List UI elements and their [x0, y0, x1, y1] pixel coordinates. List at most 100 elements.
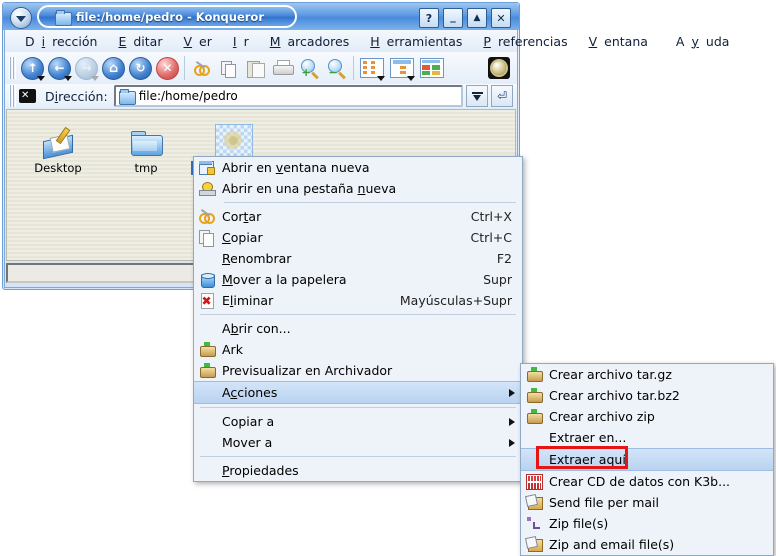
highlight-box	[536, 446, 628, 469]
menu-item-cut[interactable]: Cortar Ctrl+X	[194, 206, 522, 227]
chevron-down-icon	[472, 91, 483, 102]
minimize-button[interactable]: _	[443, 8, 463, 28]
menu-item-label: Propiedades	[220, 463, 522, 478]
print-button	[269, 54, 296, 82]
menu-item-shortcut: Mayúsculas+Supr	[400, 293, 522, 308]
scissors-icon	[194, 61, 210, 76]
home-icon: ⌂	[102, 57, 125, 80]
gear-logo-icon	[488, 57, 510, 79]
menu-ver[interactable]: Ver	[176, 32, 225, 51]
scissors-icon	[194, 206, 220, 227]
toolbar-separator	[184, 56, 185, 80]
file-context-menu[interactable]: Abrir en ventana nueva Abrir en una pest…	[193, 156, 523, 482]
copy-icon	[221, 61, 237, 76]
delete-icon: ✖	[194, 290, 220, 311]
cut-button[interactable]	[188, 54, 215, 82]
menu-item-create-data-cd-k3b[interactable]: Crear CD de datos con K3b...	[521, 471, 773, 492]
chevron-down-icon[interactable]	[377, 76, 385, 81]
menu-editar[interactable]: Editar	[111, 32, 176, 51]
clipboard-icon	[247, 60, 264, 77]
menu-marcadores[interactable]: Marcadores	[263, 32, 364, 51]
location-dropdown-button[interactable]	[466, 85, 488, 107]
multicolumn-view-button[interactable]	[417, 54, 447, 82]
clear-location-icon[interactable]: ✕	[19, 89, 36, 103]
menu-item-zip-and-email-files[interactable]: Zip and email file(s)	[521, 534, 773, 555]
tree-view-button[interactable]	[387, 54, 417, 82]
shade-button[interactable]: ▲	[467, 8, 487, 28]
close-button[interactable]: ✕	[491, 8, 511, 28]
minimize-icon: _	[444, 5, 462, 27]
magnifier-minus-icon: −	[328, 59, 346, 77]
zoom-out-button[interactable]: −	[323, 54, 350, 82]
trash-icon	[194, 269, 220, 290]
menu-item-label: Crear archivo tar.bz2	[547, 388, 773, 403]
menu-item-shortcut: Ctrl+C	[471, 230, 522, 245]
help-button[interactable]: ?	[419, 8, 439, 28]
window-titlebar: file:/home/pedro - Konqueror ? _ ▲ ✕	[3, 3, 519, 30]
reload-icon: ↻	[129, 57, 152, 80]
new-tab-icon	[194, 178, 220, 199]
menu-item-label: Mover a	[220, 435, 522, 450]
menu-item-create-zip-archive[interactable]: Crear archivo zip	[521, 406, 773, 427]
menu-item-open-in-new-window[interactable]: Abrir en ventana nueva	[194, 157, 522, 178]
menu-item-extract-to[interactable]: Extraer en...	[521, 427, 773, 448]
menu-separator	[200, 456, 516, 457]
chevron-down-icon[interactable]	[407, 76, 415, 81]
menu-item-open-with[interactable]: Abrir con...	[194, 318, 522, 339]
menu-item-actions[interactable]: Acciones	[194, 381, 522, 404]
chevron-down-icon[interactable]	[37, 76, 45, 81]
menu-item-create-targz-archive[interactable]: Crear archivo tar.gz	[521, 364, 773, 385]
menu-item-create-tarbz2-archive[interactable]: Crear archivo tar.bz2	[521, 385, 773, 406]
icon-view-icon	[360, 58, 384, 78]
menu-ventana[interactable]: Ventana	[582, 32, 662, 51]
up-button[interactable]: ↑	[19, 54, 46, 82]
menu-item-copy[interactable]: Copiar Ctrl+C	[194, 227, 522, 248]
menu-item-copy-to[interactable]: Copiar a	[194, 411, 522, 432]
file-item-tmp[interactable]: tmp	[103, 116, 189, 175]
menu-item-shortcut: Ctrl+X	[471, 209, 522, 224]
menu-item-label: Ark	[220, 342, 522, 357]
menu-item-preview-in-archiver[interactable]: Previsualizar en Archivador	[194, 360, 522, 381]
menu-item-move-to[interactable]: Mover a	[194, 432, 522, 453]
menu-item-move-to-trash[interactable]: Mover a la papelera Supr	[194, 269, 522, 290]
zoom-in-button[interactable]: +	[296, 54, 323, 82]
icon-view-button[interactable]	[357, 54, 387, 82]
window-buttons: ? _ ▲ ✕	[419, 8, 511, 28]
location-input[interactable]: file:/home/pedro	[114, 85, 463, 107]
go-button[interactable]: ⏎	[491, 85, 513, 107]
menu-direccion[interactable]: Dirección	[11, 32, 111, 51]
menu-item-properties[interactable]: Propiedades	[194, 460, 522, 481]
menu-item-delete[interactable]: ✖ Eliminar Mayúsculas+Supr	[194, 290, 522, 311]
menu-item-rename[interactable]: Renombrar F2	[194, 248, 522, 269]
menu-herramientas[interactable]: Herramientas	[363, 32, 476, 51]
copy-icon	[194, 227, 220, 248]
window-title: file:/home/pedro - Konqueror	[76, 10, 264, 24]
location-toolbar-grip[interactable]	[9, 85, 16, 107]
konqueror-logo-button[interactable]	[485, 54, 513, 82]
close-icon: ✕	[492, 9, 510, 27]
submenu-arrow-icon	[509, 418, 515, 426]
menu-item-shortcut: F2	[497, 251, 522, 266]
zip-icon	[521, 513, 547, 534]
menu-item-ark[interactable]: Ark	[194, 339, 522, 360]
menu-item-label: Extraer en...	[547, 430, 773, 445]
menu-item-send-file-per-mail[interactable]: Send file per mail	[521, 492, 773, 513]
shade-icon: ▲	[468, 9, 486, 27]
chevron-down-icon[interactable]	[64, 76, 72, 81]
file-item-desktop[interactable]: Desktop	[15, 116, 101, 175]
menu-preferencias[interactable]: Preferencias	[476, 32, 581, 51]
folder-icon	[55, 10, 70, 23]
reload-button[interactable]: ↻	[127, 54, 154, 82]
menu-item-zip-files[interactable]: Zip file(s)	[521, 513, 773, 534]
chevron-down-icon	[91, 76, 99, 81]
window-menu-icon[interactable]	[10, 7, 32, 29]
menu-item-open-in-new-tab[interactable]: Abrir en una pestaña nueva	[194, 178, 522, 199]
ark-icon	[521, 406, 547, 427]
menu-ayuda[interactable]: Ayuda	[662, 32, 744, 51]
home-button[interactable]: ⌂	[100, 54, 127, 82]
stop-button: ✕	[154, 54, 181, 82]
toolbar-grip[interactable]	[9, 57, 16, 79]
menu-ir[interactable]: Ir	[226, 32, 263, 51]
window-caption: file:/home/pedro - Konqueror	[37, 5, 297, 28]
back-button[interactable]: ←	[46, 54, 73, 82]
